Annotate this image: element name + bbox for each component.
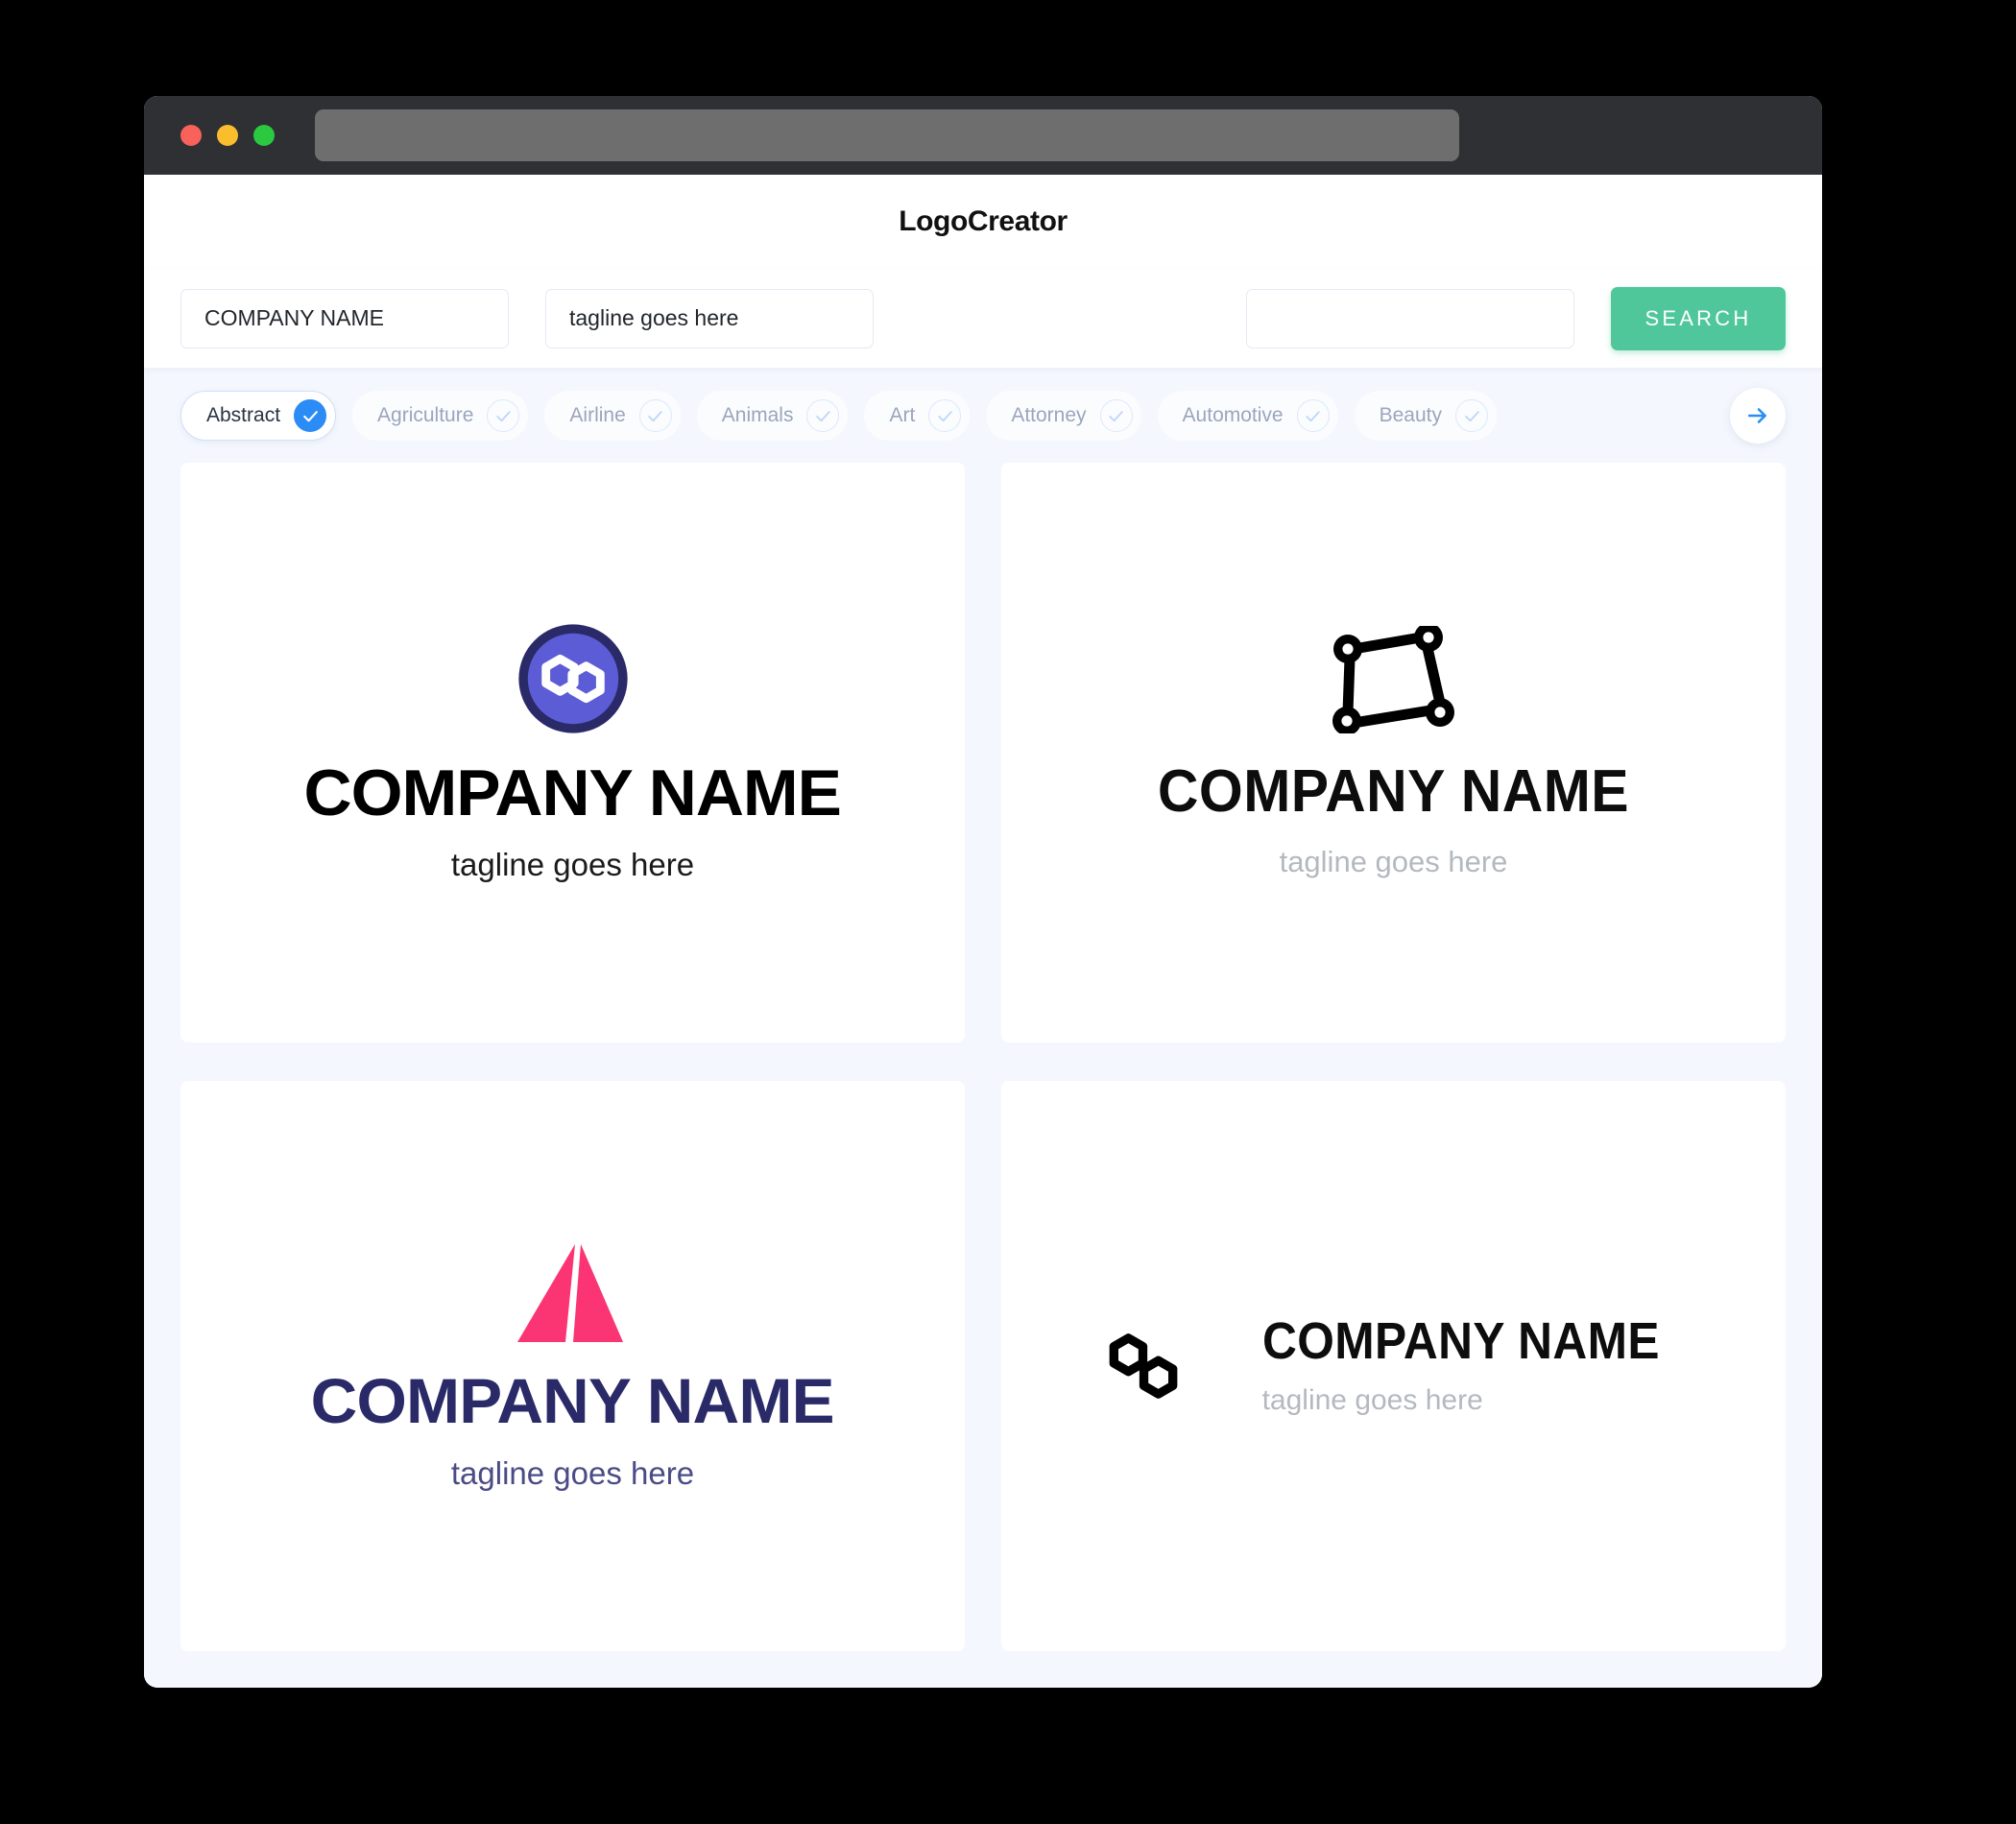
logo-card[interactable]: COMPANY NAME tagline goes here xyxy=(180,463,965,1043)
category-filter-bar: Abstract Agriculture Airline Animals Art xyxy=(144,369,1822,463)
logo-tagline: tagline goes here xyxy=(1279,845,1508,878)
keyword-input[interactable] xyxy=(1246,288,1574,348)
logo-preview: COMPANY NAME tagline goes here xyxy=(311,1240,835,1492)
logo-company-name: COMPANY NAME xyxy=(1157,758,1630,825)
category-chip-agriculture[interactable]: Agriculture xyxy=(352,391,529,441)
logo-results-grid: COMPANY NAME tagline goes here COMPANY N… xyxy=(144,463,1822,1688)
category-chip-airline[interactable]: Airline xyxy=(544,391,681,441)
app-header: LogoCreator xyxy=(144,175,1822,269)
category-chip-label: Attorney xyxy=(1011,404,1087,426)
category-chip-abstract[interactable]: Abstract xyxy=(180,391,337,441)
check-icon xyxy=(806,399,840,432)
category-chip-animals[interactable]: Animals xyxy=(696,391,849,441)
tagline-input[interactable]: tagline goes here xyxy=(545,288,874,348)
logo-card[interactable]: COMPANY NAME tagline goes here xyxy=(1001,463,1786,1043)
logo-tagline: tagline goes here xyxy=(450,1455,695,1491)
check-icon xyxy=(1296,399,1330,432)
split-triangle-icon xyxy=(516,1240,629,1348)
logo-card[interactable]: COMPANY NAME tagline goes here xyxy=(180,1081,965,1651)
category-chip-label: Beauty xyxy=(1379,404,1442,426)
search-button[interactable]: SEARCH xyxy=(1611,286,1786,350)
category-chip-art[interactable]: Art xyxy=(864,391,971,441)
check-icon xyxy=(638,399,672,432)
logo-preview: COMPANY NAME tagline goes here xyxy=(1145,626,1642,879)
network-nodes-quad-icon xyxy=(1332,626,1455,733)
page-title: LogoCreator xyxy=(899,205,1068,237)
double-hexagon-outline-icon xyxy=(1093,1316,1193,1416)
check-icon xyxy=(487,399,520,432)
category-chip-label: Automotive xyxy=(1182,404,1284,426)
category-chip-label: Airline xyxy=(569,404,626,426)
logo-company-name: COMPANY NAME xyxy=(310,1365,835,1436)
logo-tagline: tagline goes here xyxy=(450,847,695,882)
url-bar-input[interactable] xyxy=(315,109,1459,161)
company-name-input[interactable]: COMPANY NAME xyxy=(180,288,509,348)
search-toolbar: COMPANY NAME tagline goes here SEARCH xyxy=(144,269,1822,369)
category-chip-label: Abstract xyxy=(206,404,281,426)
check-icon xyxy=(294,399,327,432)
browser-titlebar xyxy=(144,96,1822,175)
close-window-button[interactable] xyxy=(180,125,202,146)
category-chip-label: Agriculture xyxy=(377,404,474,426)
logo-card[interactable]: COMPANY NAME tagline goes here xyxy=(1001,1081,1786,1651)
browser-window: LogoCreator COMPANY NAME tagline goes he… xyxy=(144,96,1822,1688)
logo-tagline: tagline goes here xyxy=(1261,1384,1483,1416)
check-icon xyxy=(1455,399,1488,432)
logo-preview: COMPANY NAME tagline goes here xyxy=(1093,1315,1694,1417)
polygon-circle-badge-icon xyxy=(516,622,630,735)
categories-next-button[interactable] xyxy=(1730,388,1786,444)
logo-company-name: COMPANY NAME xyxy=(1261,1312,1660,1370)
traffic-lights xyxy=(180,125,275,146)
category-chip-automotive[interactable]: Automotive xyxy=(1157,391,1338,441)
arrow-right-icon xyxy=(1748,408,1766,423)
logo-preview: COMPANY NAME tagline goes here xyxy=(304,622,842,883)
logo-company-name: COMPANY NAME xyxy=(303,756,842,829)
category-chip-label: Art xyxy=(889,404,916,426)
category-chip-label: Animals xyxy=(721,404,794,426)
category-chip-beauty[interactable]: Beauty xyxy=(1354,391,1497,441)
category-chip-attorney[interactable]: Attorney xyxy=(986,391,1141,441)
maximize-window-button[interactable] xyxy=(253,125,275,146)
check-icon xyxy=(1099,399,1133,432)
check-icon xyxy=(928,399,962,432)
minimize-window-button[interactable] xyxy=(217,125,238,146)
